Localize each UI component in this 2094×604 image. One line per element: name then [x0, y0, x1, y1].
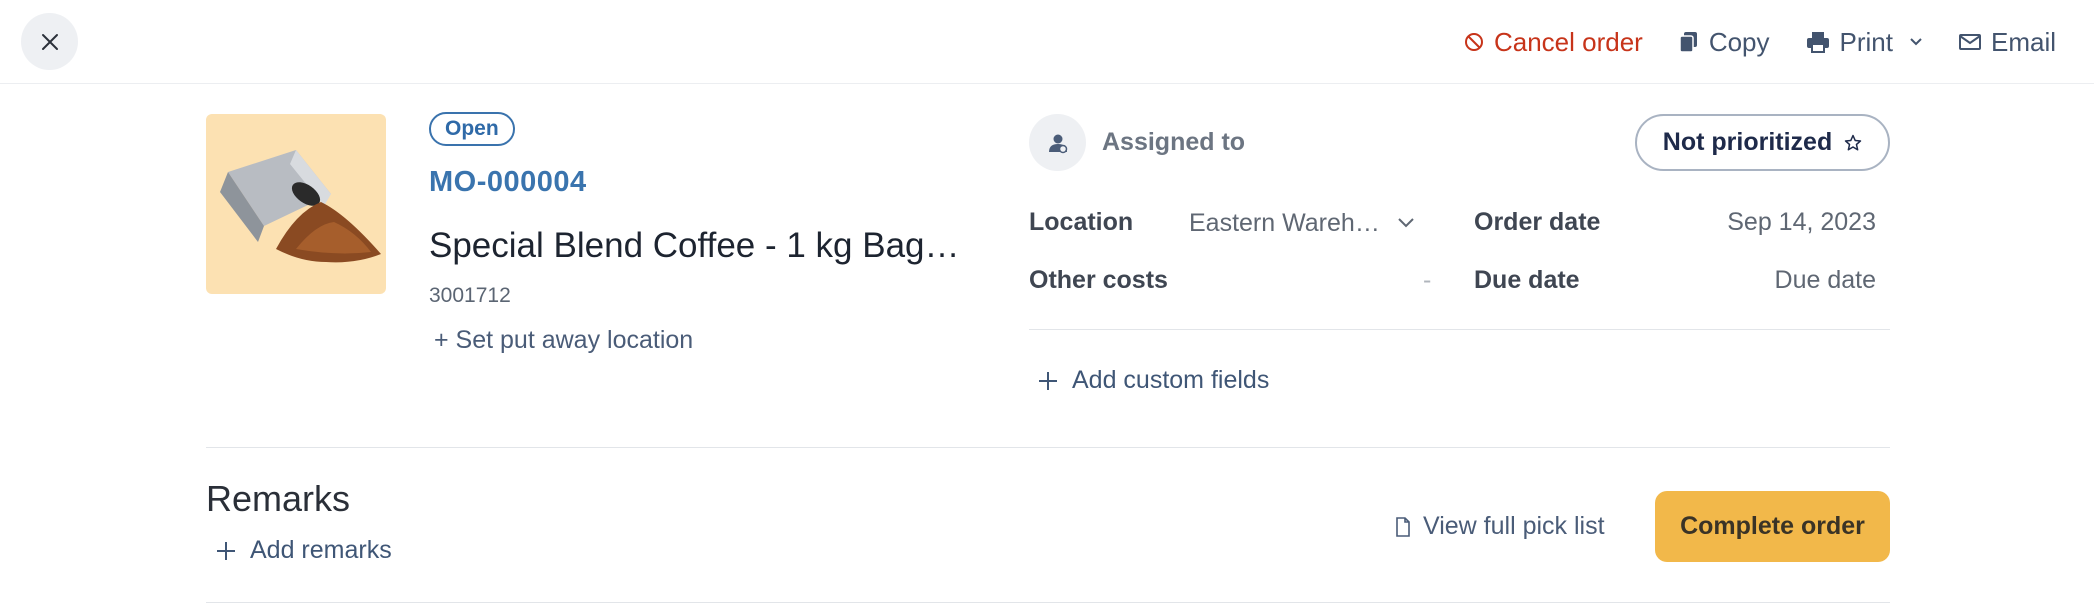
section-divider	[206, 447, 1890, 448]
add-remarks-label: Add remarks	[250, 536, 392, 564]
plus-icon	[1039, 371, 1057, 390]
location-label: Location	[1029, 208, 1134, 236]
cancel-icon	[1464, 33, 1483, 51]
bottom-divider	[206, 602, 1890, 603]
plus-icon	[217, 541, 235, 560]
copy-icon	[1679, 32, 1697, 53]
close-button[interactable]	[21, 13, 78, 70]
cancel-order-label: Cancel order	[1493, 26, 1643, 57]
top-actions: Cancel order Copy Print Email	[1464, 0, 2056, 84]
add-custom-fields-button[interactable]: Add custom fields	[1038, 366, 1269, 395]
complete-order-button[interactable]: Complete order	[1655, 491, 1890, 562]
user-assign-icon	[1048, 134, 1067, 153]
star-icon	[1844, 134, 1862, 150]
top-bar: Cancel order Copy Print Email	[0, 0, 2094, 84]
add-remarks-button[interactable]: Add remarks	[216, 536, 392, 565]
close-icon	[41, 33, 58, 50]
add-custom-fields-label: Add custom fields	[1072, 366, 1270, 394]
chevron-down-icon	[1910, 38, 1922, 46]
print-button[interactable]: Print	[1806, 27, 1923, 58]
view-pick-list-label: View full pick list	[1423, 512, 1605, 540]
other-costs-value[interactable]: -	[1423, 266, 1431, 295]
email-button[interactable]: Email	[1958, 26, 2056, 58]
printer-icon	[1806, 32, 1829, 53]
location-select[interactable]: Eastern Wareho…	[1189, 206, 1425, 240]
product-name[interactable]: Special Blend Coffee - 1 kg Bag - …	[429, 226, 969, 266]
due-date-label: Due date	[1474, 266, 1580, 294]
assignee-avatar[interactable]	[1029, 114, 1086, 171]
other-costs-label: Other costs	[1029, 266, 1168, 294]
mail-icon	[1958, 34, 1981, 50]
order-number: MO-000004	[429, 166, 587, 198]
view-pick-list-link[interactable]: View full pick list	[1395, 512, 1605, 541]
fields-divider	[1029, 329, 1890, 330]
assigned-to-label[interactable]: Assigned to	[1102, 128, 1245, 157]
due-date-value[interactable]: Due date	[1775, 266, 1876, 295]
status-badge: Open	[429, 112, 515, 146]
chevron-down-icon	[1398, 218, 1414, 228]
print-label: Print	[1839, 26, 1893, 57]
remarks-title: Remarks	[206, 478, 351, 519]
order-date-value[interactable]: Sep 14, 2023	[1727, 208, 1876, 237]
cancel-order-button[interactable]: Cancel order	[1464, 27, 1643, 58]
copy-button[interactable]: Copy	[1679, 27, 1770, 58]
email-label: Email	[1990, 26, 2056, 57]
set-put-away-location-link[interactable]: + Set put away location	[434, 326, 693, 355]
location-value: Eastern Wareho…	[1189, 208, 1389, 237]
priority-label: Not prioritized	[1662, 128, 1833, 156]
product-sku: 3001712	[429, 284, 511, 307]
product-image	[206, 114, 386, 294]
copy-label: Copy	[1708, 26, 1770, 57]
document-icon	[1396, 516, 1410, 537]
coffee-bag-image	[220, 150, 381, 263]
order-date-label: Order date	[1474, 208, 1601, 236]
priority-button[interactable]: Not prioritized	[1635, 114, 1890, 171]
